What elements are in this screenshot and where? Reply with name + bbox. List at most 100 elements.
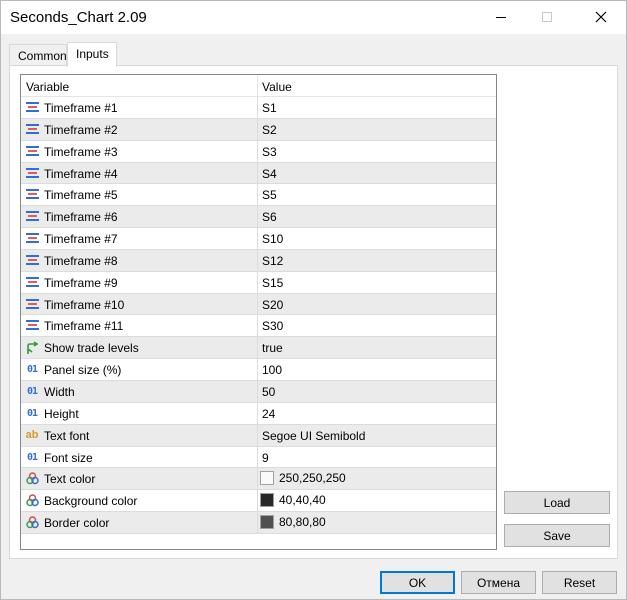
grid-row[interactable]: 01 Panel size (%) 100 <box>21 359 496 381</box>
grid-row[interactable]: Timeframe #5 S5 <box>21 184 496 207</box>
variable-value[interactable]: 9 <box>262 451 269 465</box>
variable-value[interactable]: Segoe UI Semibold <box>262 429 365 443</box>
variable-value[interactable]: 50 <box>262 385 275 399</box>
variable-value[interactable]: S1 <box>262 101 277 115</box>
window-title: Seconds_Chart 2.09 <box>10 9 147 26</box>
title-bar: Seconds_Chart 2.09 <box>1 1 626 34</box>
cell-divider <box>257 140 258 162</box>
variable-value[interactable]: S15 <box>262 276 283 290</box>
variable-name: Timeframe #4 <box>44 166 118 181</box>
color-value-cell[interactable]: 80,80,80 <box>260 515 326 530</box>
variable-name: Timeframe #1 <box>44 101 118 115</box>
variable-value[interactable]: 24 <box>262 407 275 421</box>
grid-row[interactable]: Timeframe #6 S6 <box>21 206 496 229</box>
grid-row[interactable]: Timeframe #9 S15 <box>21 271 496 294</box>
load-button[interactable]: Load <box>504 491 610 514</box>
color-value-cell[interactable]: 40,40,40 <box>260 493 326 508</box>
color-icon <box>24 515 40 530</box>
variable-value[interactable]: S10 <box>262 232 283 246</box>
grid-row[interactable]: 01 Width 50 <box>21 380 496 403</box>
color-swatch[interactable] <box>260 471 274 486</box>
maximize-icon <box>542 12 552 22</box>
grid-row[interactable]: Timeframe #1 S1 <box>21 97 496 119</box>
timeframe-icon <box>24 209 40 224</box>
color-value-cell[interactable]: 250,250,250 <box>260 471 346 486</box>
cell-divider <box>257 184 258 206</box>
ok-button[interactable]: OK <box>380 571 455 594</box>
cell-divider <box>257 228 258 249</box>
cell-divider <box>257 380 258 402</box>
inputs-grid: Variable Value Timeframe #1 S1 Timeframe #… <box>20 74 497 550</box>
color-value: 250,250,250 <box>279 471 346 486</box>
variable-value[interactable]: S12 <box>262 254 283 268</box>
grid-row[interactable]: Timeframe #7 S10 <box>21 228 496 250</box>
variable-name: Timeframe #6 <box>44 210 118 225</box>
color-swatch[interactable] <box>260 493 274 508</box>
variable-name: Timeframe #5 <box>44 188 118 203</box>
variable-value[interactable]: 100 <box>262 363 282 377</box>
color-value: 80,80,80 <box>279 515 326 530</box>
timeframe-icon <box>24 166 40 181</box>
variable-value[interactable]: S2 <box>262 123 277 137</box>
minimize-button[interactable] <box>478 1 524 33</box>
integer-icon: 01 <box>26 385 38 397</box>
grid-row[interactable]: 01 Font size 9 <box>21 446 496 469</box>
variable-name: Timeframe #3 <box>44 144 118 159</box>
variable-name: Text color <box>44 472 96 487</box>
timeframe-icon <box>24 253 40 268</box>
column-header-variable[interactable]: Variable <box>26 80 69 94</box>
variable-value[interactable]: S6 <box>262 210 277 224</box>
cell-divider <box>257 118 258 140</box>
grid-row[interactable]: Timeframe #3 S3 <box>21 140 496 163</box>
variable-name: Text font <box>44 428 90 443</box>
cell-divider <box>257 402 258 424</box>
grid-row[interactable]: ab Text font Segoe UI Semibold <box>21 424 496 447</box>
grid-row[interactable]: Timeframe #4 S4 <box>21 162 496 185</box>
variable-value[interactable]: S3 <box>262 145 277 159</box>
grid-header: Variable Value <box>21 75 496 97</box>
grid-row[interactable]: Timeframe #8 S12 <box>21 249 496 272</box>
dialog-window: Seconds_Chart 2.09 Common Inputs Variabl… <box>0 0 627 600</box>
variable-name: Timeframe #2 <box>44 122 118 137</box>
grid-row[interactable]: Timeframe #11 S30 <box>21 315 496 338</box>
variable-name: Timeframe #11 <box>44 319 124 334</box>
variable-value[interactable]: true <box>262 341 283 355</box>
grid-row[interactable]: Timeframe #10 S20 <box>21 293 496 316</box>
tab-common[interactable]: Common <box>9 44 67 66</box>
grid-row[interactable]: Border color 80,80,80 <box>21 512 496 534</box>
color-swatch[interactable] <box>260 515 274 530</box>
grid-row[interactable]: 01 Height 24 <box>21 402 496 425</box>
grid-row[interactable]: Text color 250,250,250 <box>21 468 496 491</box>
cell-divider <box>257 162 258 184</box>
column-divider[interactable] <box>257 75 258 97</box>
variable-name: Timeframe #8 <box>44 253 118 268</box>
variable-value[interactable]: S20 <box>262 298 283 312</box>
grid-row[interactable]: Timeframe #2 S2 <box>21 118 496 141</box>
reset-button[interactable]: Reset <box>542 571 617 594</box>
cell-divider <box>257 337 258 359</box>
string-icon: ab <box>25 429 39 442</box>
save-button[interactable]: Save <box>504 524 610 547</box>
close-icon <box>595 11 607 23</box>
tab-inputs[interactable]: Inputs <box>67 42 117 67</box>
cell-divider <box>257 249 258 271</box>
variable-value[interactable]: S5 <box>262 188 277 202</box>
cell-divider <box>257 206 258 228</box>
variable-value[interactable]: S30 <box>262 319 283 333</box>
color-icon <box>24 471 40 486</box>
grid-row[interactable]: Background color 40,40,40 <box>21 490 496 513</box>
maximize-button <box>524 1 570 33</box>
timeframe-icon <box>24 144 40 159</box>
variable-name: Show trade levels <box>44 341 139 356</box>
cell-divider <box>257 424 258 446</box>
cell-divider <box>257 271 258 293</box>
cancel-button[interactable]: Отмена <box>461 571 536 594</box>
grid-row[interactable]: Show trade levels true <box>21 337 496 360</box>
color-icon <box>24 493 40 508</box>
color-value: 40,40,40 <box>279 493 326 508</box>
close-button[interactable] <box>578 1 624 33</box>
timeframe-icon <box>24 122 40 137</box>
variable-value[interactable]: S4 <box>262 167 277 181</box>
column-header-value[interactable]: Value <box>262 80 292 94</box>
integer-icon: 01 <box>26 407 38 419</box>
